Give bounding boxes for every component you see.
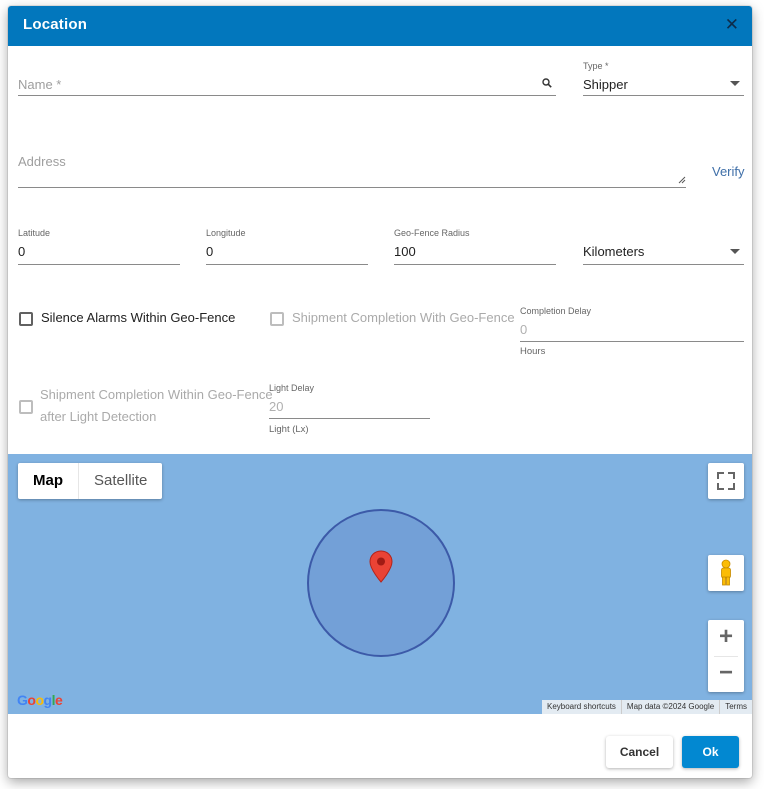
chevron-down-icon: [730, 249, 740, 254]
fullscreen-icon-corner: [717, 483, 724, 490]
light-completion-checkbox[interactable]: [19, 400, 33, 414]
name-field[interactable]: Name *: [18, 66, 556, 96]
shipment-completion-checkbox-row[interactable]: Shipment Completion With Geo-Fence: [270, 310, 515, 329]
light-completion-label-line2: after Light Detection: [40, 409, 157, 424]
zoom-out-button[interactable]: −: [708, 656, 744, 692]
latitude-field[interactable]: Latitude 0: [18, 228, 180, 265]
latitude-label: Latitude: [18, 228, 51, 238]
completion-delay-label: Completion Delay: [520, 306, 592, 316]
address-field[interactable]: Address: [18, 146, 686, 188]
light-delay-helper: Light (Lx): [269, 424, 309, 435]
location-dialog: Location ✕ Name * Type * Shipper Address…: [8, 6, 752, 778]
dialog-title: Location: [23, 16, 88, 33]
fullscreen-button[interactable]: [708, 463, 744, 499]
close-icon[interactable]: ✕: [725, 15, 739, 35]
map-marker-icon[interactable]: [369, 550, 393, 584]
shipment-completion-label: Shipment Completion With Geo-Fence: [292, 310, 515, 325]
name-placeholder: Name *: [18, 77, 62, 92]
resize-handle-icon[interactable]: [678, 176, 686, 184]
map-type-control: Map Satellite: [18, 463, 163, 499]
light-completion-label: Shipment Completion Within Geo-Fence aft…: [40, 384, 273, 428]
map-type-satellite-button[interactable]: Satellite: [79, 463, 162, 499]
fullscreen-icon-corner: [728, 483, 735, 490]
light-delay-value: 20: [269, 399, 284, 414]
geo-fence-radius-value: 100: [394, 244, 416, 259]
longitude-label: Longitude: [206, 228, 246, 238]
search-icon[interactable]: [542, 78, 552, 88]
light-completion-label-line1: Shipment Completion Within Geo-Fence: [40, 387, 273, 402]
completion-delay-helper: Hours: [520, 346, 546, 357]
terms-link[interactable]: Terms: [719, 700, 752, 714]
longitude-value: 0: [206, 244, 214, 259]
verify-link[interactable]: Verify: [712, 164, 745, 179]
unit-value: Kilometers: [583, 244, 645, 259]
silence-alarms-checkbox-row[interactable]: Silence Alarms Within Geo-Fence: [19, 310, 235, 329]
chevron-down-icon: [730, 81, 740, 86]
pegman-icon: [721, 559, 731, 586]
zoom-control: + −: [708, 620, 744, 692]
ok-button[interactable]: Ok: [682, 736, 739, 768]
map-type-map-button[interactable]: Map: [18, 463, 79, 499]
silence-alarms-label: Silence Alarms Within Geo-Fence: [41, 310, 236, 325]
light-delay-label: Light Delay: [269, 383, 315, 393]
map-attribution: Keyboard shortcuts Map data ©2024 Google…: [541, 700, 752, 714]
light-completion-checkbox-row[interactable]: [19, 399, 33, 414]
silence-alarms-checkbox[interactable]: [19, 312, 33, 326]
dialog-header: Location ✕: [8, 6, 752, 46]
type-value: Shipper: [583, 77, 628, 92]
completion-delay-value: 0: [520, 322, 528, 337]
geo-fence-radius-field[interactable]: Geo-Fence Radius 100: [394, 228, 556, 265]
cancel-button[interactable]: Cancel: [606, 736, 673, 768]
street-view-button[interactable]: [708, 555, 744, 591]
address-placeholder: Address: [18, 154, 66, 169]
google-logo: Google: [17, 692, 63, 708]
map-data-text: Map data ©2024 Google: [620, 700, 719, 714]
shipment-completion-checkbox[interactable]: [270, 312, 284, 326]
latitude-value: 0: [18, 244, 26, 259]
completion-delay-field[interactable]: Completion Delay 0 Hours: [520, 306, 744, 360]
light-delay-field[interactable]: Light Delay 20 Light (Lx): [269, 383, 430, 437]
longitude-field[interactable]: Longitude 0: [206, 228, 368, 265]
map-view[interactable]: Map Satellite + − Google Keyboard shortc…: [8, 454, 752, 714]
fullscreen-icon-corner: [728, 472, 735, 479]
fullscreen-icon: [717, 472, 724, 479]
type-label: Type *: [583, 61, 609, 71]
unit-select[interactable]: Kilometers: [583, 228, 744, 265]
zoom-in-button[interactable]: +: [708, 620, 744, 656]
type-select[interactable]: Type * Shipper: [583, 59, 744, 96]
geo-fence-radius-label: Geo-Fence Radius: [394, 228, 470, 238]
keyboard-shortcuts-link[interactable]: Keyboard shortcuts: [542, 700, 621, 714]
